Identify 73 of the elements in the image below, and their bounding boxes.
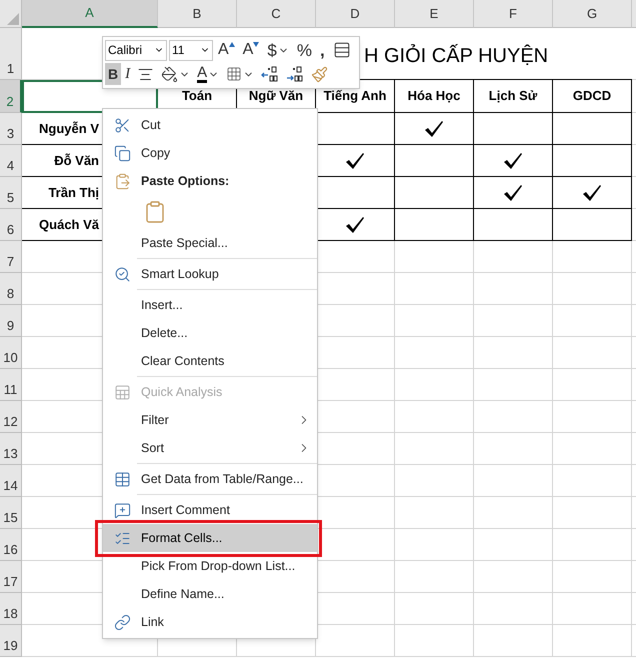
column-header[interactable]: G [553, 0, 632, 28]
copy-icon [114, 144, 130, 162]
down-triangle-icon [253, 42, 260, 47]
check-icon [345, 152, 365, 170]
menu-item[interactable]: Insert Comment [103, 496, 317, 524]
menu-item[interactable]: Delete... [103, 319, 317, 347]
bold-button[interactable]: B [105, 63, 122, 85]
row-header[interactable]: 9 [0, 305, 22, 337]
column-header[interactable]: C [237, 0, 316, 28]
menu-item[interactable]: Clear Contents [103, 347, 317, 375]
row-header[interactable]: 12 [0, 401, 22, 433]
table-cell: Hóa Học [395, 80, 474, 113]
check-icon [503, 152, 523, 170]
column-header[interactable]: A [22, 0, 158, 28]
column-header[interactable]: B [158, 0, 237, 28]
menu-item[interactable]: Pick From Drop-down List... [103, 552, 317, 580]
sheet-title: H GIỎI CẤP HUYỆN [364, 43, 548, 68]
row-header[interactable]: 3 [0, 113, 22, 145]
column-header[interactable]: F [474, 0, 553, 28]
menu-item[interactable]: Filter [103, 406, 317, 434]
up-triangle-icon [228, 42, 235, 47]
row-header[interactable]: 10 [0, 337, 22, 369]
link-icon [114, 614, 130, 630]
menu-item[interactable]: Sort [103, 434, 317, 462]
column-header[interactable]: E [395, 0, 474, 28]
row-header[interactable]: 18 [0, 593, 22, 625]
table-cell: GDCD [553, 80, 632, 113]
grow-font-button[interactable]: A [215, 39, 238, 61]
row-header[interactable]: 16 [0, 529, 22, 561]
menu-item[interactable]: Get Data from Table/Range... [103, 465, 317, 493]
row-header[interactable]: 6 [0, 209, 22, 241]
row-header[interactable]: 13 [0, 433, 22, 465]
merge-center-icon [332, 41, 351, 59]
percent-button[interactable]: % [294, 39, 315, 61]
decrease-decimal-icon [286, 66, 304, 82]
italic-button[interactable]: I [122, 63, 134, 85]
row-header[interactable]: 14 [0, 465, 22, 497]
check-icon [345, 216, 365, 234]
font-name-dropdown[interactable]: Calibri [105, 40, 167, 60]
check-icon [582, 184, 602, 202]
row-header[interactable]: 19 [0, 625, 22, 657]
row-header[interactable]: 15 [0, 497, 22, 529]
menu-item[interactable]: Format Cells... [103, 524, 317, 552]
scissors-icon [114, 116, 130, 134]
table-icon [114, 470, 130, 488]
font-size-dropdown[interactable]: 11 [169, 40, 213, 60]
format-painter-icon [311, 66, 328, 82]
borders-icon [226, 66, 242, 82]
row-header[interactable]: 8 [0, 273, 22, 305]
column-header[interactable]: D [316, 0, 395, 28]
row-header[interactable]: 17 [0, 561, 22, 593]
menu-item[interactable]: Link [103, 608, 317, 636]
row-header[interactable]: 2 [0, 80, 22, 113]
row-header[interactable]: 1 [0, 28, 22, 80]
clipboard-icon [114, 172, 130, 190]
search-icon [114, 266, 130, 282]
shrink-font-button[interactable]: A [240, 39, 262, 61]
check-icon [424, 120, 444, 138]
row-header[interactable]: 5 [0, 177, 22, 209]
currency-button[interactable]: $ [264, 39, 292, 61]
comment-icon [114, 502, 130, 518]
row-header[interactable]: 7 [0, 241, 22, 273]
paint-bucket-icon [161, 66, 178, 82]
menu-item[interactable]: Smart Lookup [103, 260, 317, 288]
row-header[interactable]: 4 [0, 145, 22, 177]
spreadsheet-icon [114, 384, 130, 400]
table-cell: Lịch Sử [474, 80, 553, 113]
increase-decimal-icon [261, 66, 280, 82]
comma-button[interactable]: , [316, 39, 328, 61]
check-icon [503, 184, 523, 202]
menu-item[interactable]: Insert... [103, 291, 317, 319]
row-header[interactable]: 11 [0, 369, 22, 401]
menu-item[interactable]: Define Name... [103, 580, 317, 608]
